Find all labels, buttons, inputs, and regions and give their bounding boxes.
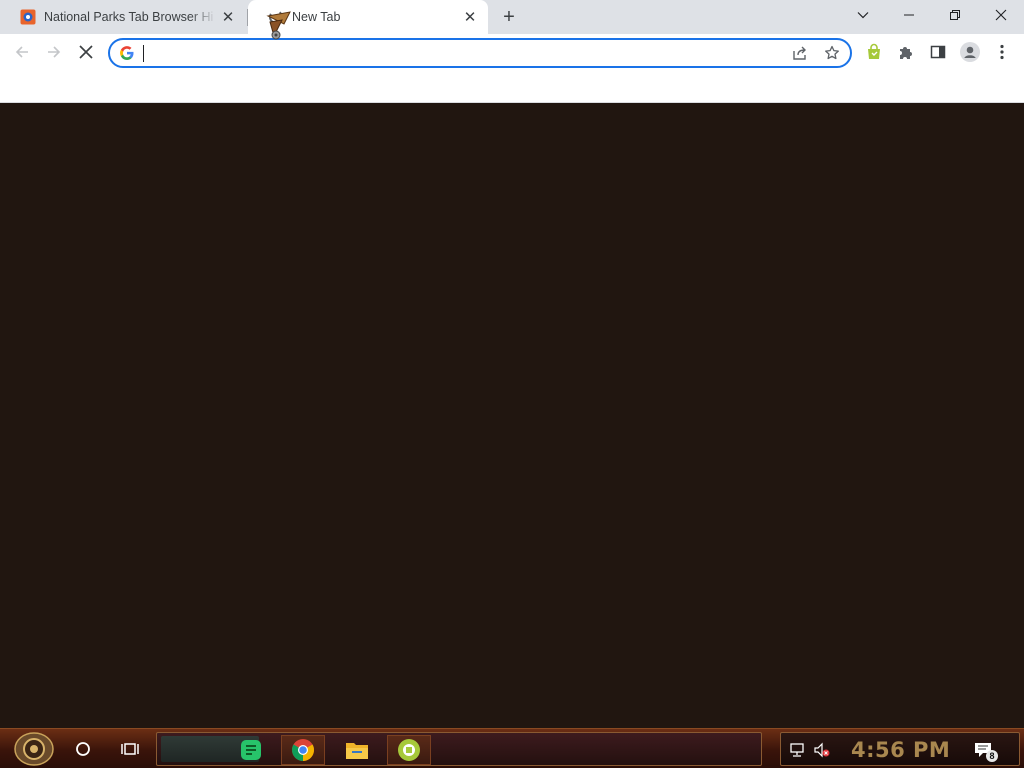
tab-title: New Tab: [292, 10, 341, 24]
puzzle-icon: [900, 47, 912, 59]
cortana-circle-icon: [76, 742, 90, 756]
stop-x-icon: [79, 45, 93, 59]
task-view-button[interactable]: [114, 733, 146, 765]
tab-strip: National Parks Tab Browser Hi ✕ New Tab …: [0, 0, 1024, 34]
shopping-bag-icon: [868, 43, 880, 59]
cortana-button[interactable]: [67, 733, 99, 765]
tab-search-button[interactable]: [840, 0, 886, 30]
close-icon: [995, 9, 1007, 21]
address-bar[interactable]: [108, 38, 852, 68]
page-content: [0, 104, 1024, 728]
text-caret: [143, 45, 144, 62]
chevron-down-icon: [857, 12, 869, 19]
notification-count-badge: 8: [986, 750, 998, 762]
google-g-icon: [120, 46, 134, 61]
volume-muted-icon: [814, 742, 830, 758]
task-view-icon: [121, 743, 139, 755]
bookmark-bar: [0, 71, 1024, 103]
forward-button[interactable]: [40, 38, 68, 66]
network-icon: [790, 743, 804, 757]
forward-arrow-icon: [48, 46, 61, 58]
taskbar-apps-panel: [156, 732, 762, 766]
taskbar: 4:56 PM 8: [0, 728, 1024, 768]
close-window-button[interactable]: [978, 0, 1024, 30]
system-tray: 4:56 PM 8: [780, 732, 1020, 766]
taskbar-app-extra[interactable]: [387, 735, 431, 765]
restore-icon: [950, 10, 960, 20]
extension-shopping-button[interactable]: [860, 38, 888, 66]
taskbar-app-spotify[interactable]: [229, 735, 273, 765]
share-icon: [793, 46, 806, 60]
restore-button[interactable]: [932, 0, 978, 30]
stop-loading-button[interactable]: [72, 38, 100, 66]
address-input[interactable]: [142, 44, 742, 62]
back-button[interactable]: [8, 38, 36, 66]
bookmark-star-button[interactable]: [822, 43, 842, 63]
start-button[interactable]: [10, 731, 58, 767]
spotify-icon: [241, 740, 261, 760]
menu-button[interactable]: [988, 38, 1016, 66]
side-panel-button[interactable]: [924, 38, 952, 66]
app-icon: [398, 739, 420, 761]
side-panel-icon: [930, 45, 946, 59]
avatar-icon: [960, 42, 980, 62]
tab-national-parks[interactable]: National Parks Tab Browser Hi ✕: [0, 0, 246, 34]
taskbar-clock[interactable]: 4:56 PM: [851, 738, 950, 762]
network-button[interactable]: [789, 741, 807, 759]
tab-title: National Parks Tab Browser Hi: [44, 10, 214, 24]
share-button[interactable]: [790, 43, 810, 63]
tab-close-button[interactable]: ✕: [216, 5, 240, 29]
new-tab-button[interactable]: +: [497, 5, 521, 29]
minimize-button[interactable]: [886, 0, 932, 30]
mouse-cursor-icon: [266, 11, 291, 40]
back-arrow-icon: [15, 46, 28, 58]
star-icon: [825, 45, 839, 60]
browser-toolbar: [0, 34, 1024, 71]
taskbar-app-file-explorer[interactable]: [335, 735, 379, 765]
chrome-icon: [292, 739, 314, 761]
national-parks-favicon: [20, 9, 36, 25]
minimize-icon: [904, 14, 914, 16]
kebab-menu-icon: [1000, 44, 1004, 60]
extensions-button[interactable]: [892, 38, 920, 66]
tab-close-button[interactable]: ✕: [458, 5, 482, 29]
taskbar-app-chrome[interactable]: [281, 735, 325, 765]
file-explorer-icon: [346, 743, 368, 759]
steampunk-start-icon: [14, 732, 54, 766]
volume-button[interactable]: [813, 741, 831, 759]
profile-button[interactable]: [956, 38, 984, 66]
